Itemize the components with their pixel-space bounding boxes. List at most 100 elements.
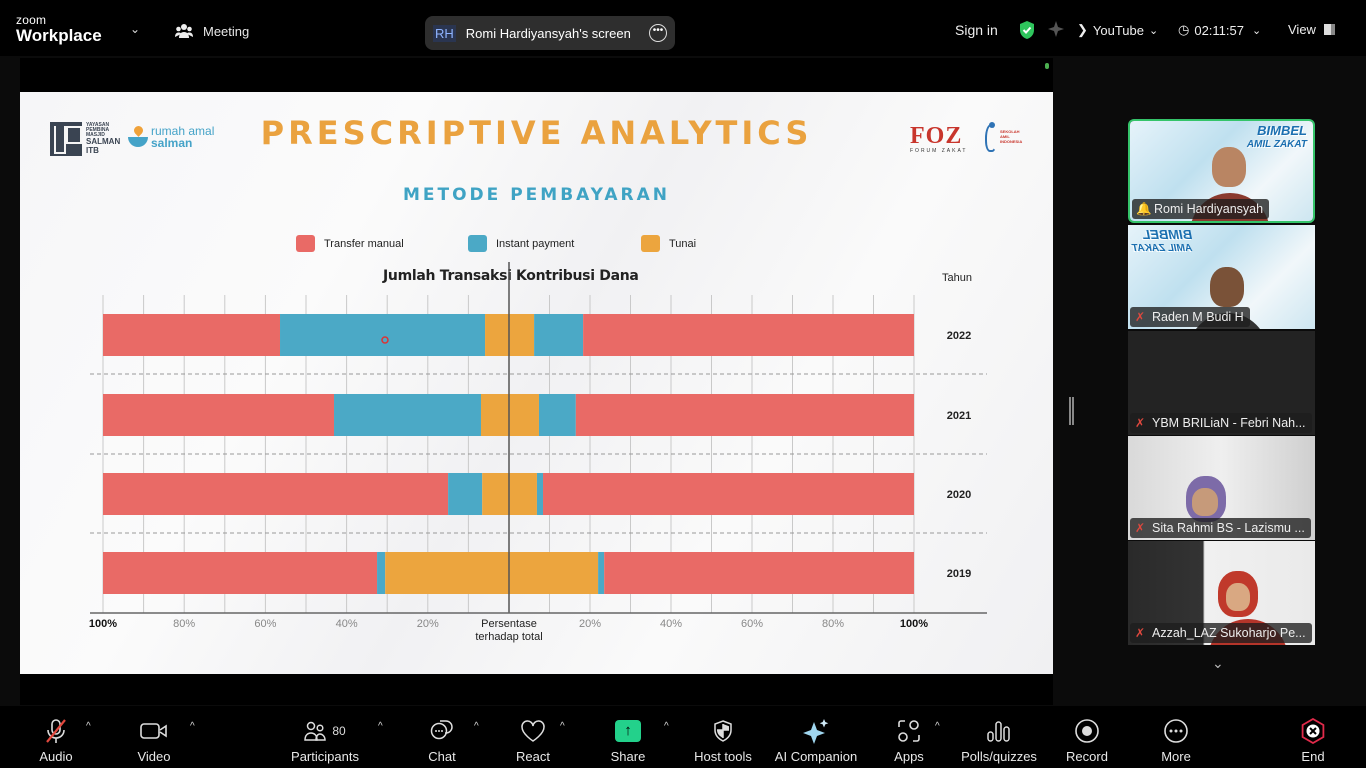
heart-icon: [521, 720, 545, 742]
polls-quizzes-button[interactable]: Polls/quizzes: [960, 706, 1038, 768]
polls-label: Polls/quizzes: [961, 749, 1037, 764]
video-label: Video: [137, 749, 171, 764]
participant-tile[interactable]: BIMBEL AMIL ZAKAT ✗ Raden M Budi H: [1128, 225, 1315, 329]
ai-companion-icon: [803, 719, 829, 744]
record-label: Record: [1066, 749, 1108, 764]
bar-left-transfer-manual-2021: [103, 394, 335, 436]
more-label: More: [1161, 749, 1191, 764]
bar-right-tunai-2019: [509, 552, 599, 594]
video-button[interactable]: Video: [134, 706, 174, 768]
banner-line: AMIL ZAKAT: [1246, 139, 1307, 151]
share-arrow-icon: ↑: [615, 720, 641, 742]
bar-right-transfer-manual-2022: [583, 314, 914, 356]
layout-icon: [1323, 24, 1335, 35]
audio-options-caret-icon[interactable]: ^: [86, 721, 91, 732]
end-meeting-button[interactable]: End: [1296, 706, 1330, 768]
apps-label: Apps: [894, 749, 924, 764]
zoom-workplace-logo[interactable]: zoom Workplace: [16, 14, 102, 44]
bar-right-tunai-2020: [509, 473, 537, 515]
security-shield-icon[interactable]: [1018, 20, 1036, 40]
participant-tile[interactable]: ✗ YBM BRILiaN - Febri Nah...: [1128, 331, 1315, 435]
participant-tile[interactable]: ✗ Sita Rahmi BS - Lazismu ...: [1128, 436, 1315, 540]
tick-label-left: 20%: [417, 618, 439, 630]
participant-tile[interactable]: ✗ Azzah_LAZ Sukoharjo Pe...: [1128, 541, 1315, 645]
ai-companion-button[interactable]: AI Companion: [774, 706, 858, 768]
sharer-avatar: RH: [433, 24, 456, 42]
participants-label: Participants: [291, 749, 359, 764]
bar-right-transfer-manual-2020: [543, 473, 914, 515]
bar-chart-icon: [987, 721, 1010, 742]
category-label: 2021: [947, 410, 971, 422]
apps-icon: [898, 720, 920, 742]
apps-options-caret-icon[interactable]: ^: [935, 721, 940, 732]
video-camera-icon: [140, 723, 167, 739]
meeting-timer[interactable]: ◷ 02:11:57 ⌄: [1178, 22, 1261, 38]
ai-sparkle-icon[interactable]: [1048, 20, 1066, 38]
active-indicator: [1045, 63, 1049, 69]
tick-label-right: 20%: [579, 618, 601, 630]
screen-share-indicator[interactable]: RH Romi Hardiyansyah's screen •••: [425, 16, 675, 50]
meeting-button[interactable]: Meeting: [175, 23, 249, 39]
more-button[interactable]: More: [1156, 706, 1196, 768]
react-options-caret-icon[interactable]: ^: [560, 721, 565, 732]
presentation-slide: YAYASAN PEMBINA MASJID SALMAN ITB rumah …: [20, 92, 1053, 674]
apps-button[interactable]: Apps: [892, 706, 926, 768]
bar-left-instant-payment-2021: [334, 394, 481, 436]
audio-label: Audio: [39, 749, 73, 764]
participant-name-tag: ✗ Raden M Budi H: [1130, 307, 1250, 327]
participant-video: [1210, 267, 1244, 307]
bar-left-transfer-manual-2019: [103, 552, 378, 594]
end-label: End: [1301, 749, 1325, 764]
mic-muted-icon: ✗: [1134, 521, 1146, 535]
bar-left-instant-payment-2020: [448, 473, 483, 515]
participant-tile[interactable]: BIMBEL AMIL ZAKAT 🔔 Romi Hardiyansyah: [1128, 119, 1315, 223]
meeting-toolbar: Audio ^ Video ^ 80 Participants ^ Chat ^…: [0, 706, 1366, 768]
stream-label: YouTube: [1092, 22, 1144, 38]
participant-name-tag: 🔔 Romi Hardiyansyah: [1132, 199, 1270, 219]
chevron-down-icon: ⌄: [1149, 24, 1159, 37]
bar-left-transfer-manual-2022: [103, 314, 281, 356]
host-tools-button[interactable]: Host tools: [692, 706, 754, 768]
bar-left-tunai-2021: [480, 394, 509, 436]
chat-button[interactable]: Chat: [424, 706, 460, 768]
share-options-caret-icon[interactable]: ^: [664, 721, 669, 732]
participant-name: Sita Rahmi BS - Lazismu ...: [1152, 521, 1305, 535]
bar-right-tunai-2021: [509, 394, 539, 436]
participant-name-tag: ✗ Azzah_LAZ Sukoharjo Pe...: [1130, 623, 1312, 643]
chevron-down-icon[interactable]: ⌄: [130, 22, 140, 36]
video-options-caret-icon[interactable]: ^: [190, 721, 195, 732]
share-button[interactable]: ↑ Share: [608, 706, 648, 768]
category-label: 2020: [947, 489, 971, 501]
bimbel-banner: BIMBEL AMIL ZAKAT: [1132, 227, 1193, 254]
tick-label-left: 60%: [254, 618, 276, 630]
banner-line: BIMBEL: [1142, 227, 1193, 242]
participants-button[interactable]: 80 Participants: [290, 706, 360, 768]
participants-count: 80: [332, 724, 346, 738]
react-button[interactable]: React: [514, 706, 552, 768]
sign-in-label: Sign in: [955, 22, 998, 38]
participant-video: [1212, 147, 1246, 187]
bar-left-instant-payment-2022: [280, 314, 486, 356]
participants-options-caret-icon[interactable]: ^: [378, 721, 383, 732]
end-hexagon-icon: [1301, 718, 1325, 744]
category-label: 2019: [947, 568, 971, 580]
bar-right-instant-payment-2021: [538, 394, 576, 436]
mic-muted-icon: ✗: [1134, 416, 1146, 430]
brand-big: Workplace: [16, 26, 102, 45]
record-icon: [1075, 719, 1099, 743]
livestream-youtube-button[interactable]: ❯ YouTube ⌄: [1077, 22, 1158, 38]
record-button[interactable]: Record: [1064, 706, 1110, 768]
scroll-down-chevron-icon[interactable]: ⌄: [1212, 655, 1224, 672]
more-options-icon[interactable]: •••: [649, 24, 667, 42]
sign-in-link[interactable]: Sign in: [955, 22, 998, 38]
react-label: React: [516, 749, 550, 764]
audio-button[interactable]: Audio: [36, 706, 76, 768]
participant-face: [1226, 583, 1250, 611]
view-button[interactable]: View: [1288, 22, 1335, 37]
bar-left-tunai-2020: [482, 473, 509, 515]
chat-options-caret-icon[interactable]: ^: [474, 721, 479, 732]
bar-left-tunai-2019: [385, 552, 509, 594]
tick-label-right: 80%: [822, 618, 844, 630]
view-label: View: [1288, 22, 1316, 37]
panel-resize-handle[interactable]: [1069, 397, 1074, 425]
